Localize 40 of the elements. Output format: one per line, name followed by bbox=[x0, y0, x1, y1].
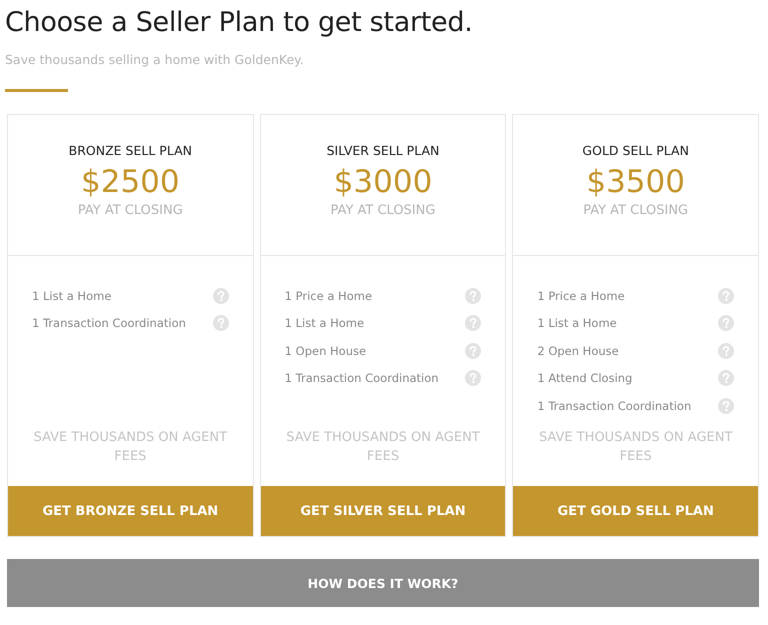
help-icon[interactable] bbox=[718, 288, 734, 304]
feature-label: 1 List a Home bbox=[537, 316, 617, 330]
page-subtitle: Save thousands selling a home with GoldenKey. bbox=[5, 52, 305, 67]
how-it-works-button[interactable]: HOW DOES IT WORK? bbox=[7, 559, 759, 607]
feature-label: 2 Open House bbox=[537, 344, 619, 358]
plan-name: GOLD SELL PLAN bbox=[582, 143, 689, 158]
help-icon[interactable] bbox=[465, 342, 482, 359]
plan-price: $3000 bbox=[334, 164, 432, 200]
savings-note: SAVE THOUSANDS ON AGENT FEES bbox=[538, 429, 734, 466]
feature-label: 1 Transaction Coordination bbox=[32, 316, 186, 330]
plan-price: $2500 bbox=[81, 164, 180, 200]
feature-label: 1 List a Home bbox=[32, 288, 112, 303]
feature-label: 1 Transaction Coordination bbox=[284, 371, 439, 386]
get-plan-button[interactable]: GET BRONZE SELL PLAN bbox=[8, 486, 253, 536]
price-note: PAY AT CLOSING bbox=[78, 203, 183, 218]
help-icon[interactable] bbox=[718, 315, 734, 332]
help-icon[interactable] bbox=[465, 315, 482, 332]
price-note: PAY AT CLOSING bbox=[330, 203, 436, 218]
price-note: PAY AT CLOSING bbox=[583, 203, 688, 218]
page-heading: Choose a Seller Plan to get started. bbox=[5, 6, 474, 40]
get-plan-button[interactable]: GET GOLD SELL PLAN bbox=[513, 486, 758, 536]
feature-label: 1 Attend Closing bbox=[537, 371, 632, 386]
savings-note: SAVE THOUSANDS ON AGENT FEES bbox=[32, 429, 228, 466]
help-icon[interactable] bbox=[212, 288, 229, 304]
help-icon[interactable] bbox=[718, 398, 734, 414]
help-icon[interactable] bbox=[718, 370, 734, 386]
help-icon[interactable] bbox=[465, 288, 482, 304]
plan-name: SILVER SELL PLAN bbox=[326, 143, 440, 158]
plan-price: $3500 bbox=[586, 164, 685, 200]
feature-label: 1 List a Home bbox=[284, 316, 364, 330]
savings-note: SAVE THOUSANDS ON AGENT FEES bbox=[285, 429, 481, 466]
help-icon[interactable] bbox=[718, 342, 734, 359]
feature-label: 1 Open House bbox=[284, 344, 366, 358]
plan-name: BRONZE SELL PLAN bbox=[68, 143, 192, 158]
help-icon[interactable] bbox=[465, 370, 482, 386]
get-plan-button[interactable]: GET SILVER SELL PLAN bbox=[260, 486, 506, 536]
feature-label: 1 Price a Home bbox=[537, 288, 625, 303]
feature-label: 1 Transaction Coordination bbox=[537, 398, 692, 413]
feature-label: 1 Price a Home bbox=[284, 288, 372, 303]
help-icon[interactable] bbox=[212, 315, 229, 332]
